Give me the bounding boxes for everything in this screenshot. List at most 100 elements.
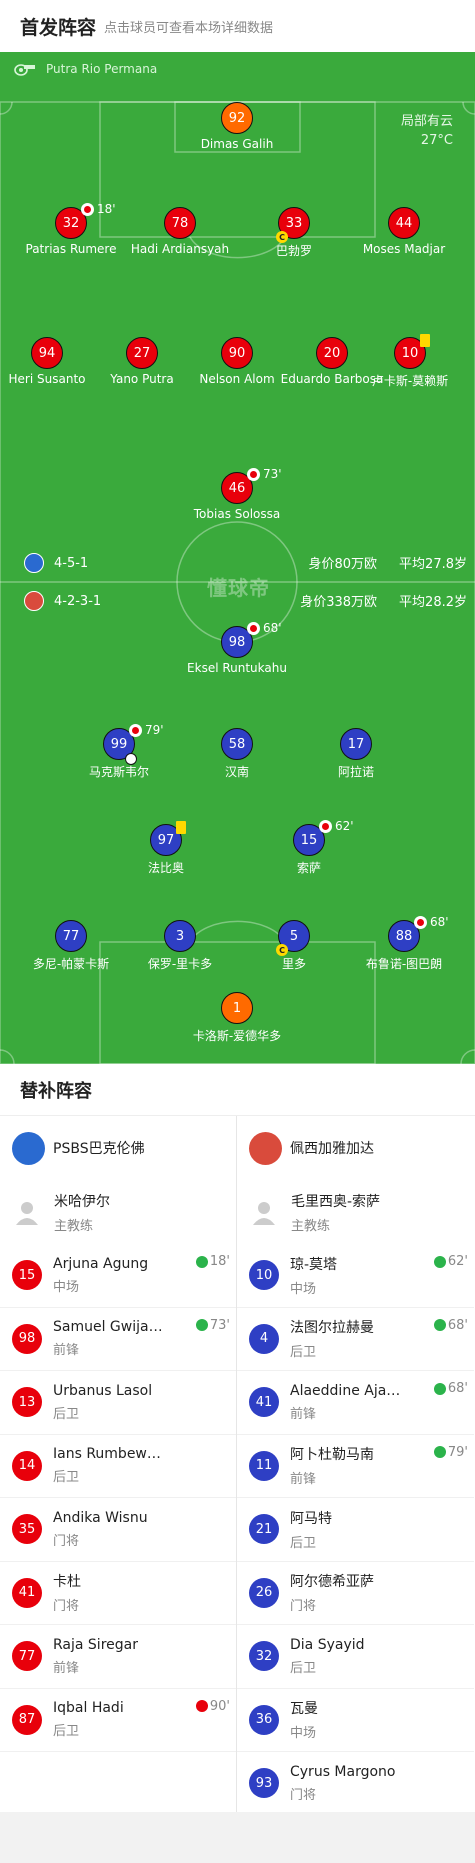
player-number: 10 <box>249 1260 279 1291</box>
player-number: 90 <box>221 337 253 369</box>
sub-row[interactable]: 93 Cyrus Margono 门将 <box>237 1752 474 1816</box>
sub-row[interactable]: 77 Raja Siregar 前锋 <box>0 1625 236 1689</box>
player-name: Arjuna Agung <box>53 1255 149 1272</box>
player-name: 索萨 <box>296 861 321 875</box>
sub-event: 79' <box>433 1444 468 1460</box>
player-number: 33 <box>285 215 303 231</box>
sub-minute: 62' <box>447 1254 468 1269</box>
page-title: 首发阵容 <box>20 16 97 39</box>
away-player[interactable]: 17 阿拉诺 <box>291 728 421 780</box>
whistle-icon <box>14 64 35 76</box>
player-number: 98 <box>12 1323 42 1354</box>
away-player[interactable]: 99 79' 马克斯韦尔 <box>54 723 184 780</box>
player-number: 20 <box>316 337 348 369</box>
home-team-header[interactable]: PSBS巴克伦佛 <box>0 1116 236 1180</box>
player-position: 后卫 <box>290 1535 317 1551</box>
sub-row[interactable]: 4 法图尔拉赫曼 后卫 68' <box>237 1308 474 1371</box>
sub-row[interactable]: 26 阿尔德希亚萨 门将 <box>237 1562 474 1625</box>
away-player[interactable]: 3 保罗-里卡多 <box>115 920 245 972</box>
player-number: 35 <box>12 1514 42 1545</box>
sub-row[interactable]: 13 Urbanus Lasol 后卫 <box>0 1371 236 1435</box>
home-player[interactable]: 10 卢卡斯-莫赖斯 <box>345 334 475 389</box>
sub-in-icon <box>433 1319 446 1331</box>
sub-row[interactable]: 35 Andika Wisnu 门将 <box>0 1498 236 1562</box>
player-number: 93 <box>249 1768 279 1799</box>
sub-out-marker: 62' <box>319 819 354 833</box>
player-name: 阿拉诺 <box>337 765 374 779</box>
player-number: 98 <box>228 634 246 650</box>
captain-badge: C <box>276 944 288 956</box>
player-position: 中场 <box>290 1281 317 1297</box>
away-team-name: 佩西加雅加达 <box>290 1141 374 1157</box>
away-coach[interactable]: 毛里西奥-索萨 主教练 <box>237 1180 474 1244</box>
home-subs-column: PSBS巴克伦佛 米哈伊尔主教练 15 Arjuna Agung 中场 18' 98 S… <box>0 1116 237 1816</box>
player-name: 马克斯韦尔 <box>88 765 149 779</box>
sub-out-icon <box>195 1700 208 1712</box>
player-name: Eksel Runtukahu <box>187 661 287 675</box>
away-player[interactable]: 1 卡洛斯-爱德华多 <box>172 992 302 1044</box>
sub-row[interactable]: 15 Arjuna Agung 中场 18' <box>0 1244 236 1308</box>
home-player[interactable]: 78 Hadi Ardiansyah <box>115 207 245 256</box>
player-position: 后卫 <box>290 1660 317 1676</box>
page-bottom-spacer <box>0 1812 475 1863</box>
player-name: 琼-莫塔 <box>290 1256 338 1273</box>
away-player[interactable]: 98 68' Eksel Runtukahu <box>172 621 302 675</box>
sub-row[interactable]: 41 Alaeddine Aja… 前锋 68' <box>237 1371 474 1435</box>
player-position: 后卫 <box>53 1724 80 1740</box>
sub-row[interactable]: 21 阿马特 后卫 <box>237 1498 474 1562</box>
sub-event: 73' <box>195 1318 230 1333</box>
player-position: 门将 <box>290 1599 317 1615</box>
player-number: 92 <box>221 102 253 134</box>
sub-row[interactable]: 98 Samuel Gwija… 前锋 73' <box>0 1308 236 1371</box>
sub-minute: 18' <box>209 1254 230 1269</box>
player-name: Hadi Ardiansyah <box>130 242 230 256</box>
sub-out-marker: 68' <box>414 915 449 929</box>
coach-name: 米哈伊尔 <box>54 1193 110 1210</box>
yellow-card-icon <box>420 334 430 347</box>
player-name: 保罗-里卡多 <box>147 957 213 971</box>
sub-minute: 79' <box>447 1444 468 1460</box>
away-player[interactable]: 15 62' 索萨 <box>244 819 374 876</box>
away-player[interactable]: 88 68' 布鲁诺-图巴朗 <box>339 915 469 972</box>
player-number: 46 <box>228 480 246 496</box>
away-player[interactable]: 58 汉南 <box>172 728 302 780</box>
sub-out-icon <box>81 202 94 216</box>
player-name: Urbanus Lasol <box>53 1382 153 1399</box>
sub-in-icon <box>433 1255 446 1268</box>
player-number: 36 <box>249 1704 279 1735</box>
player-name: Cyrus Margono <box>290 1763 396 1780</box>
player-position: 前锋 <box>290 1472 317 1488</box>
player-name: 阿尔德希亚萨 <box>290 1574 374 1591</box>
sub-row[interactable]: 87 Iqbal Hadi 后卫 90' <box>0 1689 236 1752</box>
coach-role: 主教练 <box>54 1218 94 1234</box>
home-player[interactable]: 92 Dimas Galih <box>172 102 302 151</box>
player-position: 门将 <box>53 1599 80 1615</box>
sub-event: 68' <box>433 1318 468 1333</box>
home-formation: 4-5-1 <box>54 555 89 571</box>
player-position: 后卫 <box>53 1406 80 1422</box>
home-player[interactable]: 44 Moses Madjar <box>339 207 469 256</box>
home-coach[interactable]: 米哈伊尔 主教练 <box>0 1180 236 1244</box>
away-team-header[interactable]: 佩西加雅加达 <box>237 1116 474 1180</box>
away-player[interactable]: 97 法比奥 <box>101 821 231 876</box>
away-team-logo-icon <box>249 1131 282 1165</box>
goal-ball-icon <box>125 753 137 765</box>
home-player[interactable]: 46 73' Tobias Solossa <box>172 467 302 521</box>
sub-row[interactable]: 32 Dia Syayid 后卫 <box>237 1625 474 1689</box>
player-position: 门将 <box>53 1533 80 1549</box>
player-name: Tobias Solossa <box>193 507 281 521</box>
player-name: 阿马特 <box>290 1510 332 1527</box>
sub-row[interactable]: 14 Ians Rumbew… 后卫 <box>0 1435 236 1498</box>
player-position: 门将 <box>290 1787 317 1803</box>
sub-out-marker: 73' <box>247 467 282 481</box>
player-number: 41 <box>249 1387 279 1418</box>
sub-row[interactable]: 36 瓦曼 中场 <box>237 1689 474 1752</box>
sub-row[interactable]: 11 阿卜杜勒马南 前锋 79' <box>237 1435 474 1498</box>
player-name: Samuel Gwija… <box>53 1319 163 1336</box>
player-number: 17 <box>340 728 372 760</box>
player-name: Moses Madjar <box>362 242 446 256</box>
sub-row[interactable]: 10 琼-莫塔中场 62' <box>237 1244 474 1308</box>
sub-minute: 68' <box>430 915 449 929</box>
home-team-logo-icon <box>12 1131 45 1165</box>
sub-row[interactable]: 41 卡杜 门将 <box>0 1562 236 1625</box>
